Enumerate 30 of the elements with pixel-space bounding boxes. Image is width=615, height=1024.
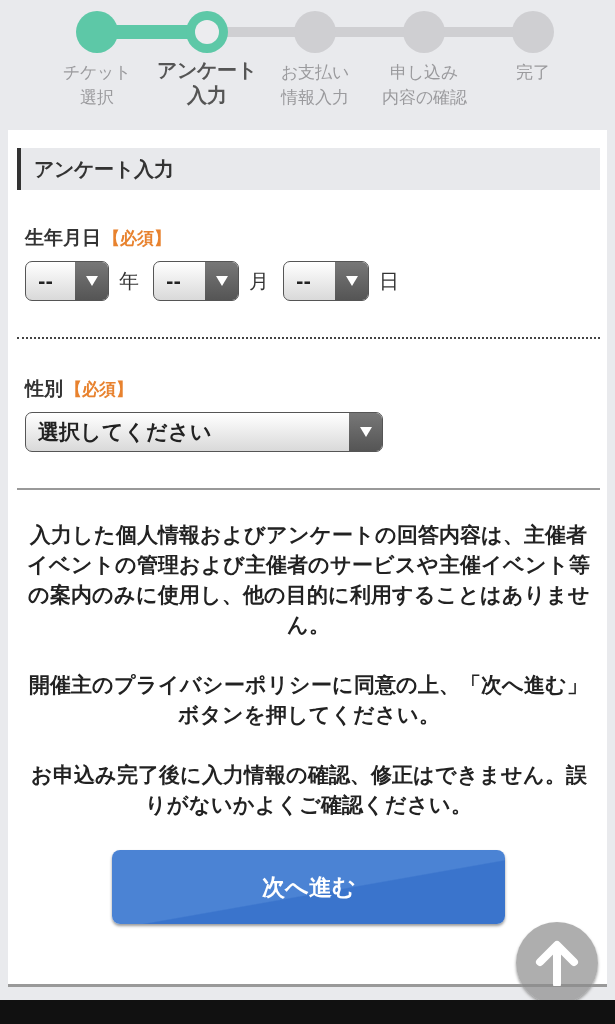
step-label: 情報入力: [281, 86, 349, 109]
step-label: 選択: [80, 86, 114, 109]
notice-text: お申込み完了後に入力情報の確認、修正はできません。誤りがないかよくご確認ください。: [29, 762, 588, 819]
date-unit: 年: [119, 267, 139, 295]
dropdown[interactable]: --: [25, 261, 109, 301]
caret-icon: [345, 276, 358, 286]
caret-icon: [215, 276, 228, 286]
step-label: 内容の確認: [381, 86, 467, 109]
dropdown[interactable]: --: [153, 261, 239, 301]
step-label: チケット: [63, 61, 131, 84]
required-tag: 【必須】: [65, 377, 133, 401]
field-label: 生年月日: [25, 225, 101, 250]
step-label: 申し込み: [390, 61, 458, 84]
section-title: アンケート入力: [17, 148, 600, 190]
step-label: お支払い: [281, 61, 349, 84]
notice-text: 入力した個人情報およびアンケートの回答内容は、主催者イベントの管理および主催者のサービスや主催イベント等の案内のみに使用し、他の目的に利用することはありません。: [26, 522, 591, 639]
notice-text: 開催主のプライバシーポリシーに同意の上、「次へ進む」ボタンを押してください。: [28, 672, 589, 729]
required-tag: 【必須】: [103, 226, 171, 250]
step-label: 入力: [187, 83, 227, 108]
date-unit: 日: [379, 267, 399, 295]
dropdown[interactable]: --: [283, 261, 369, 301]
date-unit: 月: [249, 267, 269, 295]
next-button[interactable]: 次へ進む: [112, 850, 505, 924]
up-arrow-icon: [535, 940, 579, 986]
caret-icon: [85, 276, 98, 286]
step-label: アンケート: [157, 58, 257, 83]
caret-icon: [359, 427, 372, 437]
step-label: 完了: [516, 61, 550, 84]
dropdown[interactable]: 選択してください: [25, 412, 383, 452]
field-label: 性別: [25, 376, 63, 401]
